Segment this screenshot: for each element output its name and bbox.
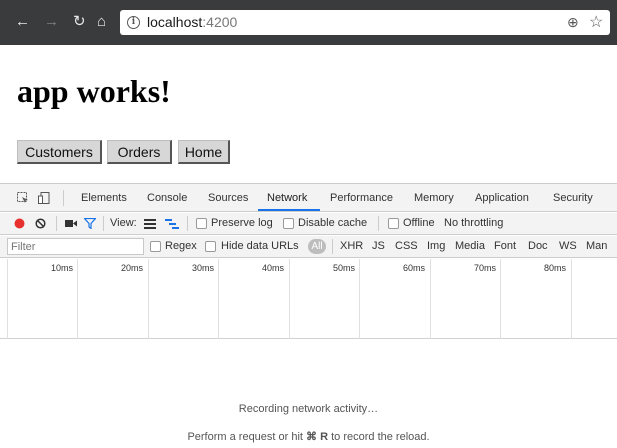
large-rows-icon[interactable] [144,219,156,229]
tab-console[interactable]: Console [147,192,187,204]
tab-network[interactable]: Network [267,192,307,204]
clear-icon[interactable] [35,218,46,229]
throttling-select[interactable]: No throttling [444,217,503,229]
zoom-icon[interactable]: ⊕ [567,14,579,31]
inspect-element-icon[interactable] [17,192,29,204]
star-icon[interactable]: ☆ [589,12,603,32]
filter-funnel-icon[interactable] [84,218,96,229]
filter-css[interactable]: CSS [395,240,418,252]
timeline-tick-label: 80ms [544,263,567,273]
device-toolbar-icon[interactable] [38,192,50,204]
home-icon[interactable]: ⌂ [97,13,106,31]
tab-memory[interactable]: Memory [414,192,454,204]
reload-icon[interactable]: ↻ [73,13,86,31]
disable-cache-label[interactable]: Disable cache [298,217,367,229]
offline-label[interactable]: Offline [403,217,435,229]
info-icon[interactable]: i [127,16,140,29]
timeline-tick-label: 30ms [192,263,215,273]
timeline-tick-label: 50ms [333,263,356,273]
filter-media[interactable]: Media [455,240,485,252]
back-arrow-icon[interactable]: ← [15,13,30,31]
timeline-gridline [359,259,360,339]
tab-performance[interactable]: Performance [330,192,393,204]
hide-data-urls-label[interactable]: Hide data URLs [221,240,299,252]
timeline-gridline [148,259,149,339]
empty-state-line2: Perform a request or hit ⌘ R to record t… [0,430,617,443]
home-button[interactable]: Home [178,140,230,164]
url-host: localhost [147,14,203,30]
orders-button[interactable]: Orders [107,140,172,164]
screenshot-camera-icon[interactable] [65,219,77,228]
filter-ws[interactable]: WS [559,240,577,252]
tab-divider [63,190,64,206]
filter-all[interactable]: All [308,239,326,254]
empty-state-line1: Recording network activity… [238,403,379,415]
hide-data-urls-checkbox[interactable] [205,241,216,252]
timeline-gridline [7,259,8,339]
toolbar-divider [56,216,57,231]
toolbar-divider [103,216,104,231]
toolbar-divider [187,216,188,231]
tab-application[interactable]: Application [475,192,529,204]
timeline-tick-label: 40ms [262,263,285,273]
regex-label[interactable]: Regex [165,240,197,252]
timeline-tick-label: 10ms [51,263,74,273]
toolbar-divider [378,216,379,231]
timeline-gridline [500,259,501,339]
active-tab-indicator [258,209,320,211]
filter-xhr[interactable]: XHR [340,240,363,252]
offline-checkbox[interactable] [388,218,399,229]
disable-cache-checkbox[interactable] [283,218,294,229]
devtools-panel: Elements Console Sources Network Perform… [0,183,617,448]
timeline-gridline [218,259,219,339]
preserve-log-label[interactable]: Preserve log [211,217,273,229]
regex-checkbox[interactable] [150,241,161,252]
tab-security[interactable]: Security [553,192,593,204]
filter-font[interactable]: Font [494,240,516,252]
reload-shortcut: ⌘ R [306,431,329,443]
filter-doc[interactable]: Doc [528,240,548,252]
url-text[interactable]: localhost:4200 [147,14,237,30]
tab-sources[interactable]: Sources [208,192,248,204]
preserve-log-checkbox[interactable] [196,218,207,229]
filter-img[interactable]: Img [427,240,445,252]
record-icon[interactable] [14,218,25,229]
timeline-tick-label: 20ms [121,263,144,273]
filter-manifest[interactable]: Man [586,240,607,252]
timeline-tick-label: 70ms [474,263,497,273]
timeline-tick-label: 60ms [403,263,426,273]
forward-arrow-icon[interactable]: → [44,13,59,31]
empty-state-prefix: Perform a request or hit [187,431,307,443]
devtools-tabbar: Elements Console Sources Network Perform… [0,184,617,212]
timeline-gridline [77,259,78,339]
network-toolbar: View: Preserve log Disable cache Offline… [0,213,617,235]
network-filterbar: Regex Hide data URLs All XHR JS CSS Img … [0,236,617,258]
timeline-gridline [571,259,572,339]
timeline-gridline [289,259,290,339]
address-bar[interactable]: i localhost:4200 ⊕ ☆ [120,10,610,35]
filter-input[interactable] [7,238,144,255]
url-port: :4200 [202,14,238,30]
view-label: View: [110,217,137,229]
filter-js[interactable]: JS [372,240,385,252]
customers-button[interactable]: Customers [17,140,102,164]
waterfall-overview-icon[interactable] [165,219,179,229]
page-title: app works! [17,73,171,109]
tab-elements[interactable]: Elements [81,192,127,204]
network-overview-timeline[interactable]: 10ms 20ms 30ms 40ms 50ms 60ms 70ms 80ms [0,259,617,339]
empty-state-suffix: to record the reload. [328,431,430,443]
browser-toolbar: ← → ↻ ⌂ i localhost:4200 ⊕ ☆ [0,0,617,45]
timeline-gridline [430,259,431,339]
filter-divider [332,239,333,254]
